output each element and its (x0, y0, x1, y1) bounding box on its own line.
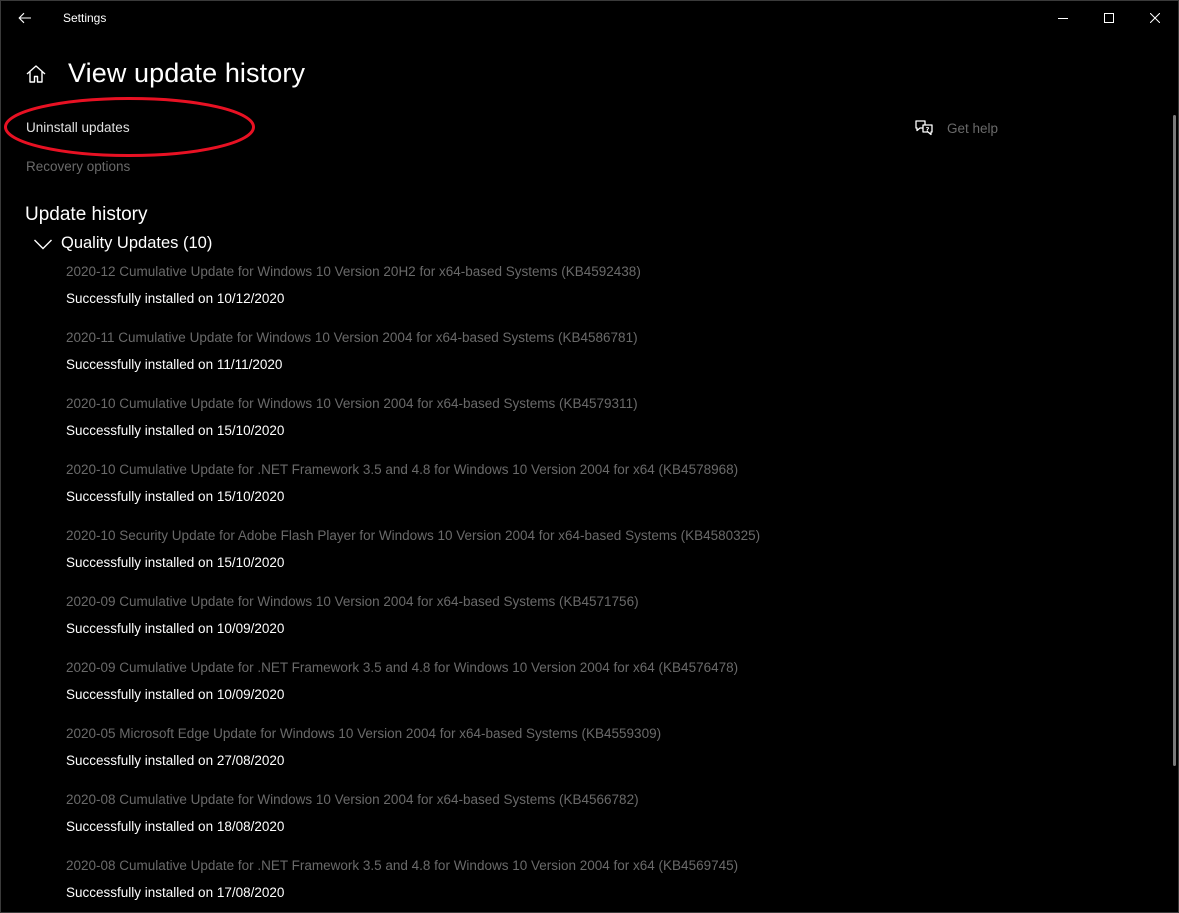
update-item: 2020-08 Cumulative Update for Windows 10… (66, 792, 1146, 858)
update-status: Successfully installed on 27/08/2020 (66, 753, 284, 768)
quality-updates-label: Quality Updates (10) (61, 234, 212, 253)
vertical-scrollbar[interactable] (1173, 115, 1176, 766)
settings-window: Settings View update history (0, 0, 1179, 913)
update-name-link[interactable]: 2020-10 Cumulative Update for .NET Frame… (66, 462, 738, 477)
update-item: 2020-05 Microsoft Edge Update for Window… (66, 726, 1146, 792)
update-status: Successfully installed on 10/09/2020 (66, 621, 284, 636)
update-history-heading: Update history (25, 204, 148, 226)
get-help-label: Get help (947, 121, 998, 136)
chat-help-icon: ? (914, 118, 934, 138)
get-help-link[interactable]: ? Get help (914, 118, 998, 138)
update-status: Successfully installed on 10/12/2020 (66, 291, 284, 306)
update-item: 2020-10 Cumulative Update for .NET Frame… (66, 462, 1146, 528)
close-icon (1150, 13, 1160, 23)
back-arrow-icon (18, 12, 32, 24)
update-status: Successfully installed on 15/10/2020 (66, 555, 284, 570)
update-item: 2020-12 Cumulative Update for Windows 10… (66, 264, 1146, 330)
quality-updates-group-toggle[interactable]: Quality Updates (10) (33, 234, 212, 253)
minimize-icon (1058, 13, 1068, 23)
update-name-link[interactable]: 2020-11 Cumulative Update for Windows 10… (66, 330, 638, 345)
update-status: Successfully installed on 10/09/2020 (66, 687, 284, 702)
svg-text:?: ? (926, 126, 930, 134)
update-name-link[interactable]: 2020-10 Security Update for Adobe Flash … (66, 528, 760, 543)
chevron-down-icon (33, 238, 53, 250)
update-status: Successfully installed on 15/10/2020 (66, 489, 284, 504)
update-status: Successfully installed on 15/10/2020 (66, 423, 284, 438)
update-name-link[interactable]: 2020-10 Cumulative Update for Windows 10… (66, 396, 638, 411)
update-item: 2020-09 Cumulative Update for .NET Frame… (66, 660, 1146, 726)
update-list: 2020-12 Cumulative Update for Windows 10… (66, 264, 1146, 913)
update-name-link[interactable]: 2020-09 Cumulative Update for Windows 10… (66, 594, 639, 609)
close-button[interactable] (1132, 1, 1178, 35)
update-status: Successfully installed on 11/11/2020 (66, 357, 282, 372)
update-item: 2020-11 Cumulative Update for Windows 10… (66, 330, 1146, 396)
update-item: 2020-09 Cumulative Update for Windows 10… (66, 594, 1146, 660)
recovery-options-link[interactable]: Recovery options (26, 159, 130, 174)
window-title: Settings (63, 11, 106, 25)
home-button[interactable] (25, 63, 47, 85)
title-bar: Settings (1, 1, 1178, 35)
window-controls (1040, 1, 1178, 35)
maximize-button[interactable] (1086, 1, 1132, 35)
update-item: 2020-10 Cumulative Update for Windows 10… (66, 396, 1146, 462)
uninstall-updates-link[interactable]: Uninstall updates (26, 120, 130, 135)
update-item: 2020-08 Cumulative Update for .NET Frame… (66, 858, 1146, 913)
update-status: Successfully installed on 17/08/2020 (66, 885, 284, 900)
update-name-link[interactable]: 2020-12 Cumulative Update for Windows 10… (66, 264, 641, 279)
update-item: 2020-10 Security Update for Adobe Flash … (66, 528, 1146, 594)
home-icon (25, 63, 47, 85)
update-name-link[interactable]: 2020-08 Cumulative Update for Windows 10… (66, 792, 639, 807)
update-name-link[interactable]: 2020-08 Cumulative Update for .NET Frame… (66, 858, 738, 873)
page-title: View update history (68, 58, 305, 89)
minimize-button[interactable] (1040, 1, 1086, 35)
back-button[interactable] (11, 7, 39, 29)
update-status: Successfully installed on 18/08/2020 (66, 819, 284, 834)
update-name-link[interactable]: 2020-05 Microsoft Edge Update for Window… (66, 726, 661, 741)
update-name-link[interactable]: 2020-09 Cumulative Update for .NET Frame… (66, 660, 738, 675)
maximize-icon (1104, 13, 1114, 23)
